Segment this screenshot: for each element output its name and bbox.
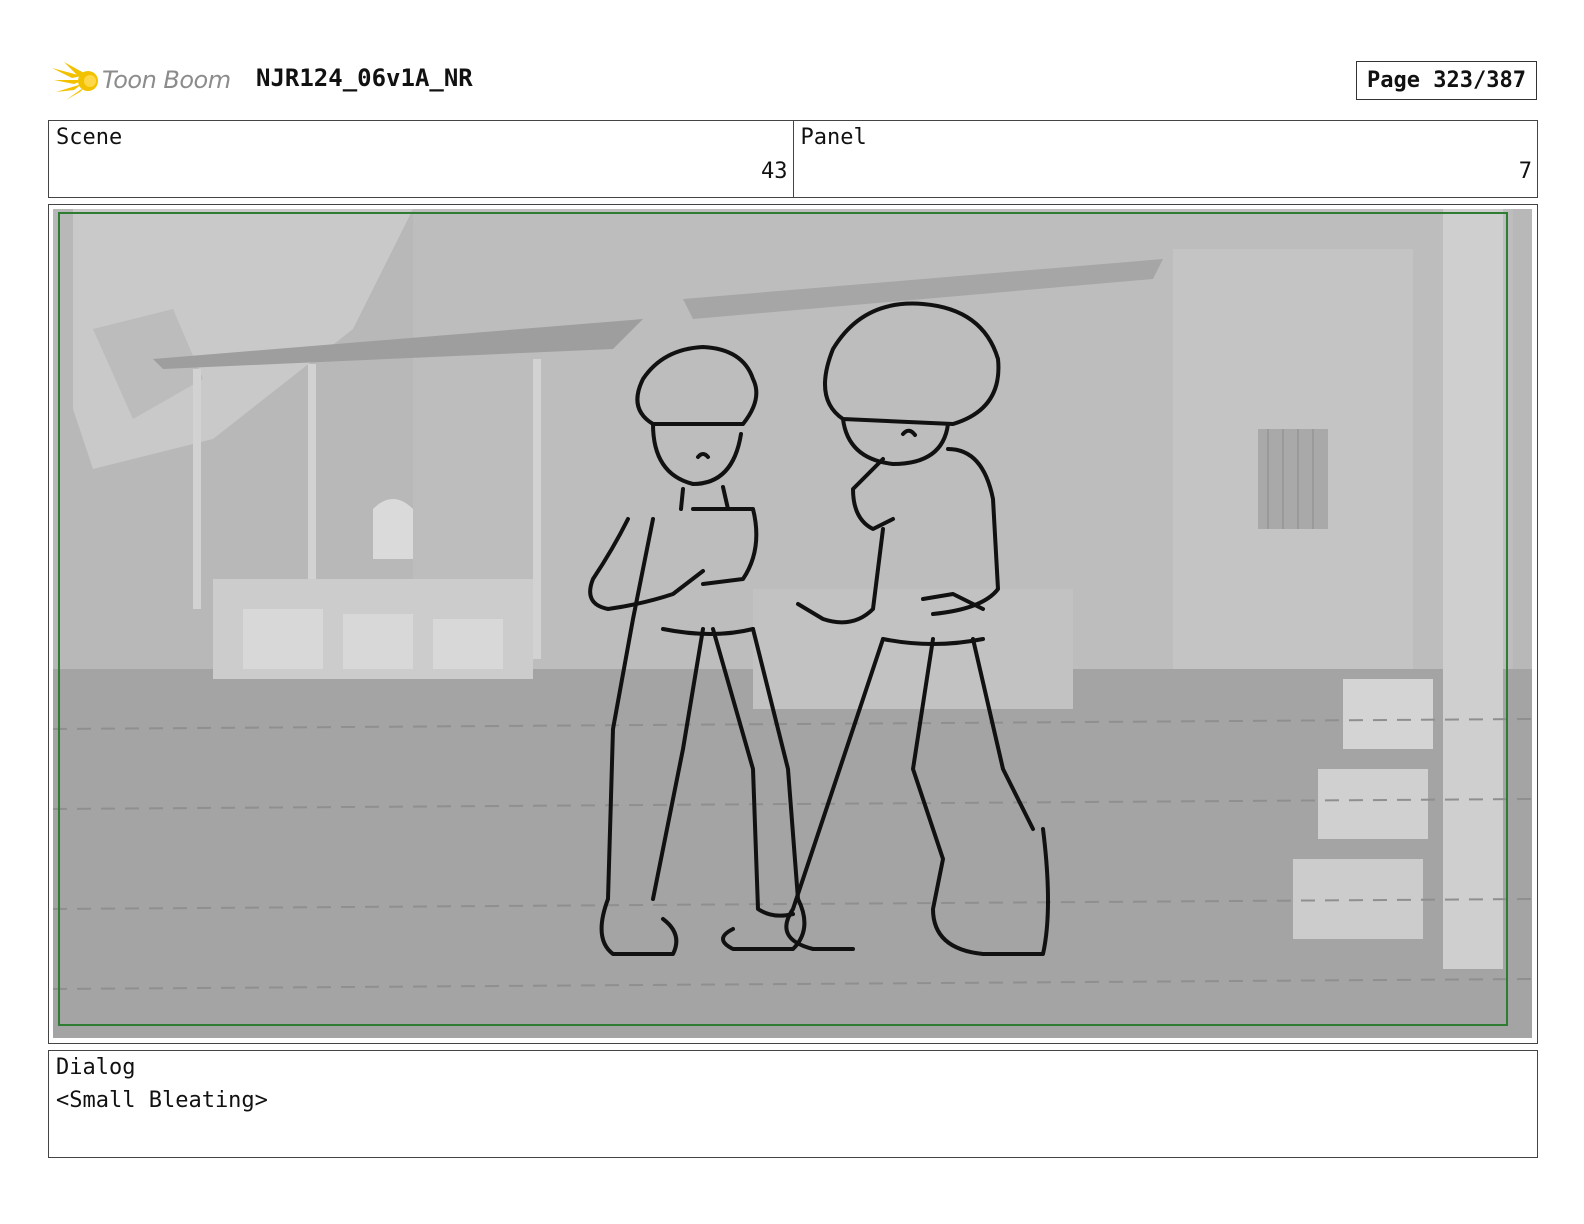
scene-label: Scene xyxy=(56,125,123,150)
dialog-label: Dialog xyxy=(56,1055,136,1080)
scene-number: 43 xyxy=(761,159,788,184)
panel-cell: Panel 7 xyxy=(792,121,1538,197)
dialog-box: Dialog <Small Bleating> xyxy=(48,1050,1538,1158)
storyboard-drawing xyxy=(53,209,1532,1038)
panel-number: 7 xyxy=(1518,159,1532,184)
panel-label: Panel xyxy=(800,125,867,150)
scene-panel-info: Scene 43 Panel 7 xyxy=(48,120,1538,198)
dialog-text: <Small Bleating> xyxy=(56,1088,268,1113)
scene-cell: Scene 43 xyxy=(49,121,793,197)
logo-text: Toon Boom xyxy=(102,66,231,94)
document-title: NJR124_06v1A_NR xyxy=(256,64,473,92)
storyboard-frame xyxy=(48,204,1538,1044)
page-number-badge: Page 323/387 xyxy=(1356,61,1537,100)
